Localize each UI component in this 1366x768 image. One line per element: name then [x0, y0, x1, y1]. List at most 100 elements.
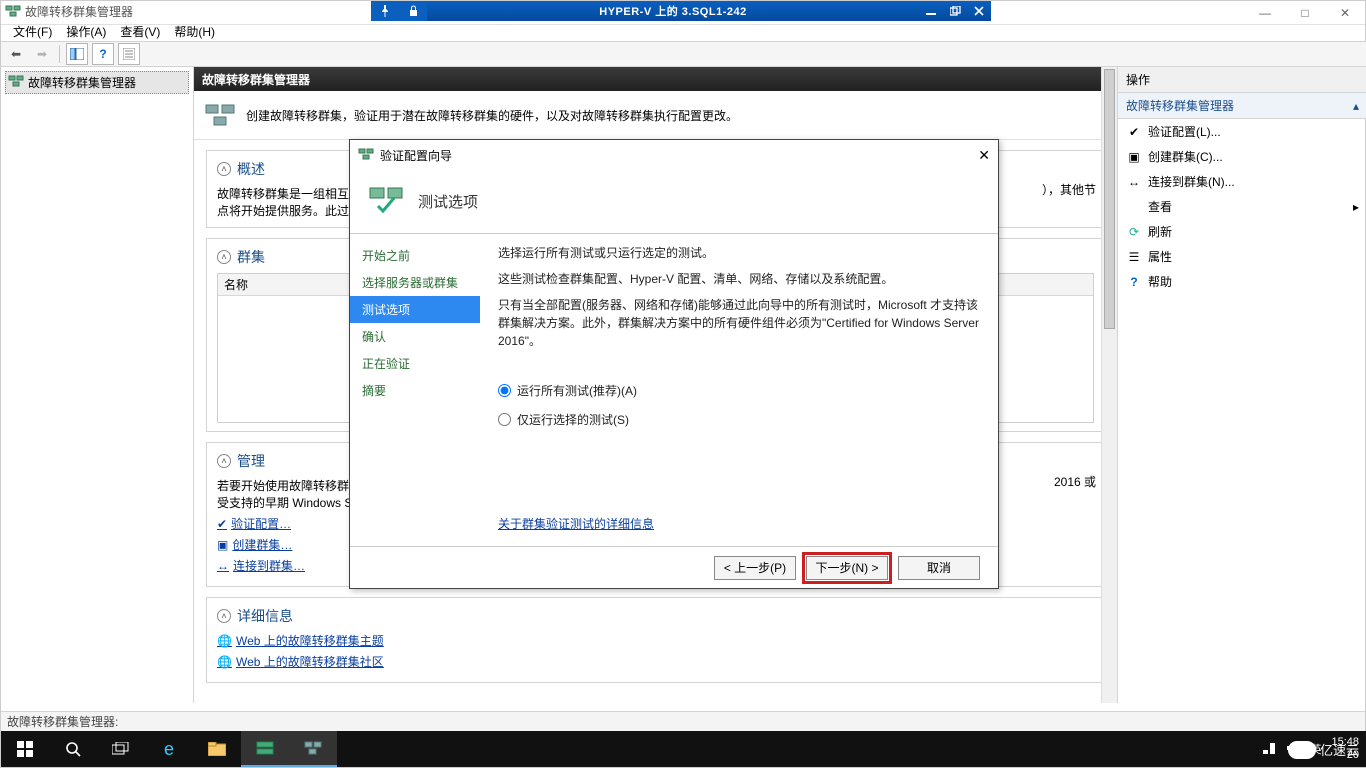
action-properties[interactable]: ☰ 属性: [1118, 244, 1366, 269]
start-button[interactable]: [1, 731, 49, 767]
properties-icon: ☰: [1126, 249, 1142, 265]
section-overview-title: 概述: [237, 159, 265, 179]
taskbar-server-manager[interactable]: [241, 731, 289, 767]
help-button[interactable]: ?: [92, 43, 114, 65]
outer-window: — □ ✕ HYPER-V 上的 3.SQL1-242 故障转移群集管理器: [0, 0, 1366, 768]
view-icon: [1126, 198, 1142, 214]
wizard-paragraph-3: 只有当全部配置(服务器、网络和存储)能够通过此向导中的所有测试时，Microso…: [498, 296, 980, 350]
link-web-community[interactable]: 🌐 Web 上的故障转移群集社区: [217, 653, 1094, 670]
action-connect[interactable]: ↔ 连接到群集(N)...: [1118, 169, 1366, 194]
intro-text: 创建故障转移群集，验证用于潜在故障转移群集的硬件，以及对故障转移群集执行配置更改…: [246, 107, 738, 124]
menu-view[interactable]: 查看(V): [114, 21, 166, 42]
taskbar-cluster-manager[interactable]: [289, 731, 337, 767]
link-validate-label: 验证配置…: [231, 515, 291, 532]
wizard-paragraph-1: 选择运行所有测试或只运行选定的测试。: [498, 244, 980, 262]
taskbar-explorer[interactable]: [193, 731, 241, 767]
chevron-up-icon: ˄: [217, 162, 231, 176]
chevron-right-icon: ▸: [1353, 200, 1359, 214]
nav-back-button[interactable]: ⬅: [5, 43, 27, 65]
action-view[interactable]: 查看 ▸: [1118, 194, 1366, 219]
remote-title: HYPER-V 上的 3.SQL1-242: [427, 1, 919, 21]
wizard-step-summary[interactable]: 摘要: [350, 377, 480, 404]
radio-run-all[interactable]: 运行所有测试(推荐)(A): [498, 382, 980, 399]
task-view-button[interactable]: [97, 731, 145, 767]
action-refresh[interactable]: ⟳ 刷新: [1118, 219, 1366, 244]
wizard-titlebar: 验证配置向导 ✕: [350, 140, 998, 170]
menu-action[interactable]: 操作(A): [60, 21, 112, 42]
wizard-step-validating[interactable]: 正在验证: [350, 350, 480, 377]
wizard-cancel-button[interactable]: 取消: [898, 556, 980, 580]
radio-run-selected-input[interactable]: [498, 413, 511, 426]
tree-root-item[interactable]: 故障转移群集管理器: [5, 71, 189, 94]
actions-section-label: 故障转移群集管理器: [1126, 97, 1234, 114]
action-validate-label: 验证配置(L)...: [1148, 123, 1221, 140]
watermark-text: 亿速云: [1320, 740, 1359, 759]
section-manage-title: 管理: [237, 451, 265, 471]
wizard-next-button[interactable]: 下一步(N) >: [806, 556, 888, 580]
wizard-steps: 开始之前 选择服务器或群集 测试选项 确认 正在验证 摘要: [350, 234, 480, 546]
validate-icon: ✔: [1126, 124, 1142, 140]
action-validate[interactable]: ✔ 验证配置(L)...: [1118, 119, 1366, 144]
intro-row: 创建故障转移群集，验证用于潜在故障转移群集的硬件，以及对故障转移群集执行配置更改…: [194, 91, 1117, 140]
wizard-step-before[interactable]: 开始之前: [350, 242, 480, 269]
link-web-topics[interactable]: 🌐 Web 上的故障转移群集主题: [217, 632, 1094, 649]
cluster-icon: ▣: [1126, 149, 1142, 165]
section-overview-tail: ），其他节: [1042, 181, 1096, 198]
properties-button[interactable]: [118, 43, 140, 65]
chevron-up-icon: ˄: [217, 454, 231, 468]
cluster-icon: ▣: [217, 538, 228, 552]
radio-run-selected-label: 仅运行选择的测试(S): [517, 411, 629, 428]
wizard-prev-button[interactable]: < 上一步(P): [714, 556, 796, 580]
nav-forward-button[interactable]: ➡: [31, 43, 53, 65]
watermark: 亿速云: [1288, 740, 1359, 759]
wizard-step-test-options[interactable]: 测试选项: [350, 296, 480, 323]
remote-minimize-button[interactable]: [919, 1, 943, 21]
wizard-banner: 测试选项: [350, 170, 998, 234]
menu-file[interactable]: 文件(F): [7, 21, 58, 42]
radio-run-selected[interactable]: 仅运行选择的测试(S): [498, 411, 980, 428]
center-scrollbar[interactable]: [1101, 67, 1117, 703]
globe-icon: 🌐: [217, 655, 232, 669]
toolbar: ⬅ ➡ ?: [1, 41, 1366, 67]
lock-icon[interactable]: [399, 1, 427, 21]
radio-run-all-input[interactable]: [498, 384, 511, 397]
wizard-banner-icon: [366, 180, 406, 223]
validate-icon: ✔: [217, 517, 227, 531]
remote-restore-button[interactable]: [943, 1, 967, 21]
wizard-step-confirm[interactable]: 确认: [350, 323, 480, 350]
center-header: 故障转移群集管理器: [194, 67, 1117, 91]
wizard-more-info-link[interactable]: 关于群集验证测试的详细信息: [498, 515, 980, 532]
action-properties-label: 属性: [1148, 248, 1172, 265]
taskbar-search-button[interactable]: [49, 731, 97, 767]
scrollbar-thumb[interactable]: [1104, 69, 1115, 329]
wizard-window-title: 验证配置向导: [380, 147, 452, 164]
taskbar: e 英 15:48 20: [1, 731, 1366, 767]
show-tree-button[interactable]: [66, 43, 88, 65]
cluster-manager-icon: [8, 73, 24, 92]
toolbar-sep: [59, 45, 60, 63]
chevron-up-icon: ˄: [217, 250, 231, 264]
refresh-icon: ⟳: [1126, 224, 1142, 240]
wizard-step-select[interactable]: 选择服务器或群集: [350, 269, 480, 296]
radio-run-all-label: 运行所有测试(推荐)(A): [517, 382, 637, 399]
actions-section-header[interactable]: 故障转移群集管理器 ▴: [1118, 93, 1366, 119]
menu-help[interactable]: 帮助(H): [168, 21, 221, 42]
taskbar-ie[interactable]: e: [145, 731, 193, 767]
remote-close-button[interactable]: [967, 1, 991, 21]
wizard-button-row: < 上一步(P) 下一步(N) > 取消: [350, 546, 998, 588]
remote-connection-bar: HYPER-V 上的 3.SQL1-242: [371, 1, 991, 21]
action-create[interactable]: ▣ 创建群集(C)...: [1118, 144, 1366, 169]
action-help[interactable]: ? 帮助: [1118, 269, 1366, 294]
chevron-up-icon: ˄: [217, 609, 231, 623]
wizard-close-button[interactable]: ✕: [978, 147, 990, 164]
cloud-icon: [1288, 741, 1316, 759]
section-clusters-title: 群集: [237, 247, 265, 267]
tray-network-icon[interactable]: [1262, 741, 1276, 758]
link-create-label: 创建群集…: [232, 536, 292, 553]
pin-icon[interactable]: [371, 1, 399, 21]
section-manage-tail: 2016 或: [1054, 473, 1096, 490]
cluster-manager-icon: [5, 3, 21, 19]
collapse-icon: ▴: [1353, 99, 1359, 113]
link-connect-label: 连接到群集…: [233, 557, 305, 574]
section-details-head[interactable]: ˄ 详细信息: [217, 606, 1094, 626]
